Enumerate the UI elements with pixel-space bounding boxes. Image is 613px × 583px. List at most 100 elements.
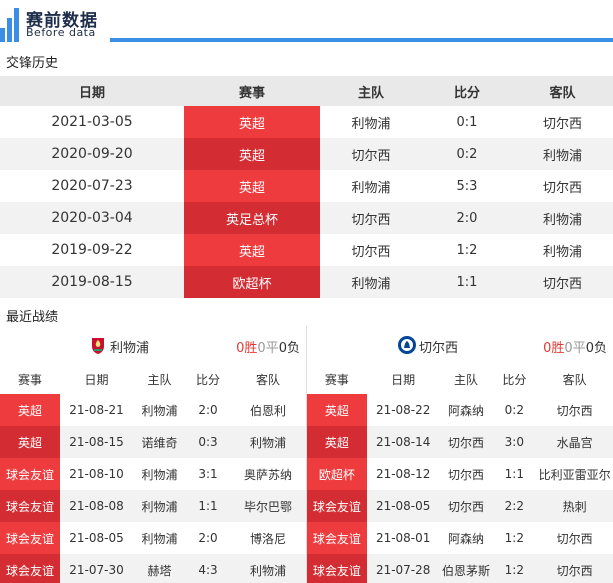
table-row[interactable]: 2021-03-05 英超 利物浦 0:1 切尔西 <box>0 106 613 138</box>
recent-label: 最近战绩 <box>6 310 59 325</box>
team-record: 0胜0平0负 <box>543 341 607 356</box>
score-cell: 1:1 <box>198 499 218 513</box>
away-team-cell: 切尔西 <box>542 180 582 196</box>
col-header-date: 日期 <box>84 372 109 387</box>
table-row[interactable]: 球会友谊 21-08-08 利物浦 1:1 毕尔巴鄂 <box>0 490 306 522</box>
competition-cell: 球会友谊 <box>0 522 60 554</box>
date-cell: 21-08-05 <box>375 499 431 513</box>
date-cell: 21-08-15 <box>69 435 124 449</box>
competition-cell: 球会友谊 <box>0 554 60 583</box>
table-row[interactable]: 2020-07-23 英超 利物浦 5:3 切尔西 <box>0 170 613 202</box>
competition-cell: 英超 <box>184 234 320 266</box>
col-header-home: 主队 <box>453 372 478 387</box>
table-row[interactable]: 球会友谊 21-07-28 伯恩茅斯 1:2 切尔西 <box>307 554 613 583</box>
competition-cell: 英超 <box>307 426 367 458</box>
score-cell: 1:1 <box>504 467 524 481</box>
table-row[interactable]: 欧超杯 21-08-12 切尔西 1:1 比利亚雷亚尔 <box>307 458 613 490</box>
col-header-competition: 赛事 <box>17 372 42 387</box>
table-row[interactable]: 球会友谊 21-08-01 阿森纳 1:2 切尔西 <box>307 522 613 554</box>
date-cell: 21-08-22 <box>375 403 431 417</box>
bar-chart-icon <box>0 6 22 42</box>
table-row[interactable]: 2020-03-04 英足总杯 切尔西 2:0 利物浦 <box>0 202 613 234</box>
table-row[interactable]: 英超 21-08-22 阿森纳 0:2 切尔西 <box>307 394 613 426</box>
date-cell: 21-08-01 <box>375 531 431 545</box>
away-team-cell: 博洛尼 <box>249 531 286 546</box>
team-bar-liverpool: 利物浦 0胜0平0负 <box>0 326 306 364</box>
date-cell: 2019-09-22 <box>51 242 133 258</box>
date-cell: 2020-07-23 <box>51 178 133 194</box>
competition-cell: 球会友谊 <box>307 522 367 554</box>
score-cell: 1:2 <box>456 242 478 258</box>
home-team-cell: 伯恩茅斯 <box>441 563 490 578</box>
table-row[interactable]: 球会友谊 21-08-05 利物浦 2:0 博洛尼 <box>0 522 306 554</box>
col-header-competition: 赛事 <box>238 85 265 101</box>
competition-cell: 球会友谊 <box>307 554 367 583</box>
score-cell: 4:3 <box>198 563 218 577</box>
table-row[interactable]: 2019-08-15 欧超杯 利物浦 1:1 切尔西 <box>0 266 613 298</box>
competition-cell: 球会友谊 <box>307 490 367 522</box>
home-team-cell: 切尔西 <box>447 467 484 482</box>
away-team-cell: 利物浦 <box>542 148 582 164</box>
date-cell: 2020-03-04 <box>51 210 133 226</box>
score-cell: 2:0 <box>198 403 218 417</box>
table-row[interactable]: 球会友谊 21-07-30 赫塔 4:3 利物浦 <box>0 554 306 583</box>
score-cell: 5:3 <box>456 178 478 194</box>
competition-cell: 英超 <box>0 426 60 458</box>
away-team-cell: 利物浦 <box>542 212 582 228</box>
away-team-cell: 奥萨苏纳 <box>243 467 292 482</box>
col-header-competition: 赛事 <box>324 372 349 387</box>
home-team-cell: 切尔西 <box>351 244 391 260</box>
chelsea-crest-icon <box>398 336 416 354</box>
score-cell: 0:2 <box>504 403 524 417</box>
away-team-cell: 热刺 <box>562 499 587 514</box>
away-team-cell: 切尔西 <box>556 531 593 546</box>
competition-cell: 英超 <box>184 106 320 138</box>
h2h-label: 交锋历史 <box>6 56 59 71</box>
table-row[interactable]: 英超 21-08-15 诺维奇 0:3 利物浦 <box>0 426 306 458</box>
recent-header-row: 赛事 日期 主队 比分 客队 <box>0 364 306 394</box>
score-cell: 0:1 <box>456 114 478 130</box>
home-team-cell: 利物浦 <box>351 276 391 292</box>
competition-cell: 球会友谊 <box>0 490 60 522</box>
competition-cell: 欧超杯 <box>184 266 320 298</box>
home-team-cell: 切尔西 <box>351 148 391 164</box>
home-team-cell: 利物浦 <box>351 180 391 196</box>
table-row[interactable]: 英超 21-08-14 切尔西 3:0 水晶宫 <box>307 426 613 458</box>
date-cell: 21-08-05 <box>69 531 124 545</box>
score-cell: 2:2 <box>504 499 524 513</box>
col-header-date: 日期 <box>391 372 416 387</box>
date-cell: 21-08-14 <box>375 435 431 449</box>
away-team-cell: 毕尔巴鄂 <box>243 499 292 514</box>
home-team-cell: 切尔西 <box>447 435 484 450</box>
recent-liverpool: 利物浦 0胜0平0负 赛事 日期 主队 比分 客队 英超 21-08-21 利物浦 2… <box>0 326 306 583</box>
table-row[interactable]: 英超 21-08-21 利物浦 2:0 伯恩利 <box>0 394 306 426</box>
home-team-cell: 利物浦 <box>141 403 178 418</box>
col-header-away: 客队 <box>255 372 280 387</box>
section-subtitle: Before data <box>26 26 96 39</box>
score-cell: 1:2 <box>504 531 524 545</box>
home-team-cell: 切尔西 <box>351 212 391 228</box>
table-row[interactable]: 2020-09-20 英超 切尔西 0:2 利物浦 <box>0 138 613 170</box>
table-row[interactable]: 球会友谊 21-08-05 切尔西 2:2 热刺 <box>307 490 613 522</box>
date-cell: 21-08-12 <box>375 467 431 481</box>
away-team-cell: 利物浦 <box>249 435 286 450</box>
date-cell: 21-08-21 <box>69 403 124 417</box>
date-cell: 2021-03-05 <box>51 114 133 130</box>
h2h-table: 日期 赛事 主队 比分 客队 2021-03-05 英超 利物浦 0:1 切尔西 2020… <box>0 76 613 298</box>
away-team-cell: 切尔西 <box>556 403 593 418</box>
team-bar-chelsea: 切尔西 0胜0平0负 <box>307 326 613 364</box>
table-row[interactable]: 2019-09-22 英超 切尔西 1:2 利物浦 <box>0 234 613 266</box>
home-team-cell: 赫塔 <box>147 563 172 578</box>
score-cell: 3:1 <box>198 467 218 481</box>
away-team-cell: 利物浦 <box>542 244 582 260</box>
date-cell: 21-07-30 <box>69 563 124 577</box>
score-cell: 3:0 <box>504 435 524 449</box>
score-cell: 2:0 <box>456 210 478 226</box>
away-team-cell: 切尔西 <box>542 276 582 292</box>
competition-cell: 英超 <box>184 170 320 202</box>
competition-cell: 球会友谊 <box>0 458 60 490</box>
recent-header-row: 赛事 日期 主队 比分 客队 <box>307 364 613 394</box>
date-cell: 21-07-28 <box>375 563 431 577</box>
table-row[interactable]: 球会友谊 21-08-10 利物浦 3:1 奥萨苏纳 <box>0 458 306 490</box>
col-header-home: 主队 <box>357 85 384 101</box>
